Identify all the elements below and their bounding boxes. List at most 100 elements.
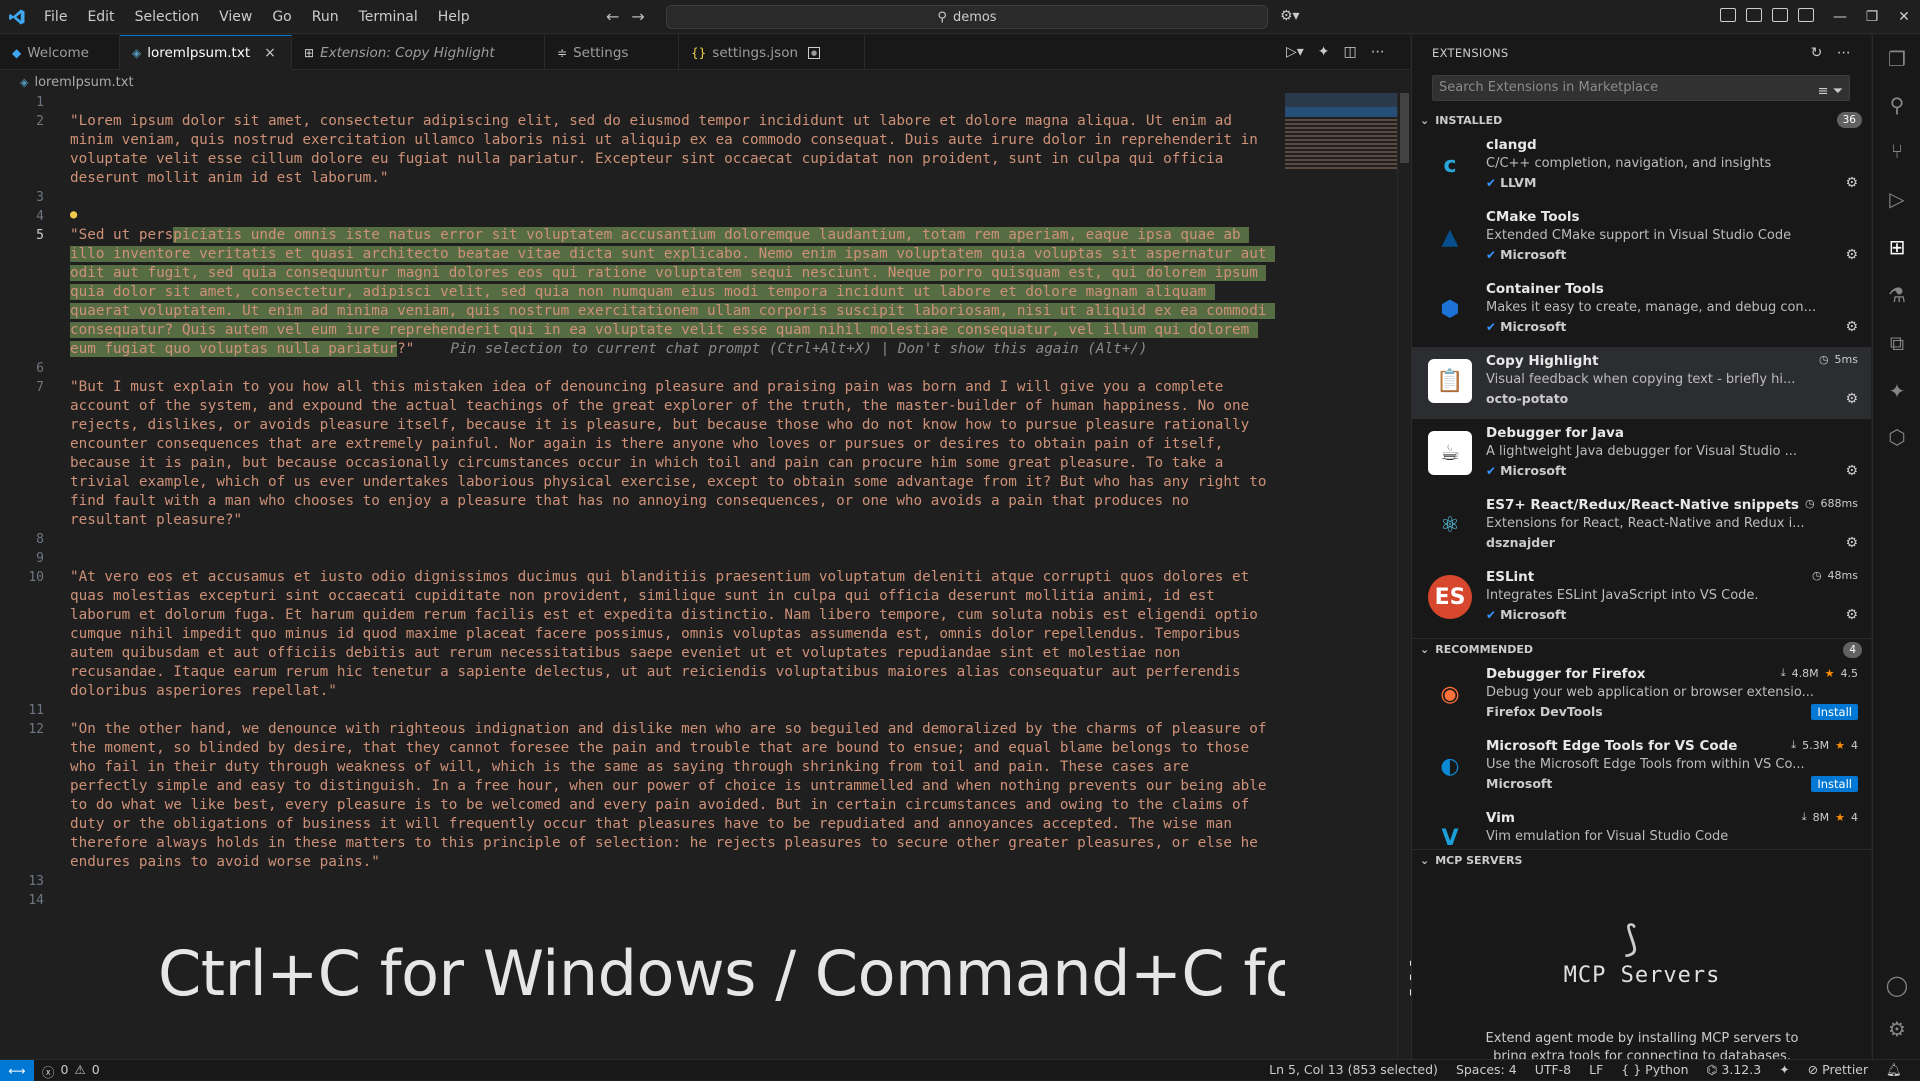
manage-gear-icon[interactable]: ⚙ <box>1845 391 1858 407</box>
close-window-icon[interactable]: ✕ <box>1888 0 1920 34</box>
explorer-icon[interactable]: ❐ <box>1885 47 1909 71</box>
manage-gear-icon[interactable]: ⚙ <box>1845 535 1858 551</box>
remote-indicator-icon[interactable]: ⟷ <box>0 1060 34 1081</box>
indentation[interactable]: Spaces: 4 <box>1456 1062 1517 1078</box>
forward-arrow-icon[interactable]: → <box>631 7 644 26</box>
minimize-icon[interactable]: — <box>1824 0 1856 34</box>
menu-terminal[interactable]: Terminal <box>349 0 428 34</box>
inline-hint[interactable]: Pin selection to current chat prompt (Ct… <box>450 341 1147 357</box>
containers-icon[interactable]: ⬡ <box>1885 425 1909 449</box>
tab-extension-copy-highlight[interactable]: ⊞ Extension: Copy Highlight <box>292 35 545 70</box>
menu-edit[interactable]: Edit <box>77 0 124 34</box>
prettier-status[interactable]: ⊘ Prettier <box>1808 1062 1868 1078</box>
menu-view[interactable]: View <box>209 0 262 34</box>
filter-icon[interactable]: ≡ ⏷ <box>1818 80 1843 104</box>
extension-item[interactable]: 📋 Copy Highlight Visual feedback when copy… <box>1412 347 1871 419</box>
publisher-name: Microsoft <box>1500 247 1567 262</box>
refresh-icon[interactable]: ↻ <box>1811 45 1823 61</box>
restore-icon[interactable]: ❐ <box>1856 0 1888 34</box>
cursor-position[interactable]: Ln 5, Col 13 (853 selected) <box>1269 1062 1438 1078</box>
extensions-sidebar: EXTENSIONS ↻ ⋯ Search Extensions in Mark… <box>1411 35 1871 1060</box>
extension-item[interactable]: c clangd C/C++ completion, navigation, and… <box>1412 131 1871 203</box>
editor-scrollbar[interactable] <box>1397 93 1410 1059</box>
extension-publisher: ✔ Microsoft <box>1486 319 1566 334</box>
search-icon[interactable]: ⚲ <box>1885 93 1909 117</box>
copilot-chat-icon[interactable]: ✦ <box>1885 379 1909 403</box>
command-center[interactable]: ⚲ demos <box>666 5 1268 29</box>
menu-file[interactable]: File <box>34 0 77 34</box>
split-editor-icon[interactable]: ◫ <box>1344 44 1357 60</box>
extension-item[interactable]: V Vim Vim emulation for Visual Studio Code… <box>1412 804 1871 876</box>
tab-welcome[interactable]: ◆ Welcome <box>0 35 120 70</box>
menu-help[interactable]: Help <box>428 0 480 34</box>
section-recommended[interactable]: ⌄ RECOMMENDED 4 <box>1412 638 1871 660</box>
menu-go[interactable]: Go <box>262 0 301 34</box>
clipboard-icon: 📋 <box>1428 359 1472 403</box>
back-arrow-icon[interactable]: ← <box>606 7 619 26</box>
problems-indicator[interactable]: ⓧ 0 ⚠ 0 <box>42 1062 100 1081</box>
testing-icon[interactable]: ⚗ <box>1885 283 1909 307</box>
extension-description: Debug your web application or browser ex… <box>1486 685 1814 700</box>
react-icon: ⚛ <box>1440 512 1460 538</box>
toggle-secondary-sidebar-icon[interactable] <box>1798 8 1814 22</box>
toggle-panel-icon[interactable] <box>1772 8 1788 22</box>
line-number: 1 <box>36 95 44 110</box>
breadcrumb-file[interactable]: loremIpsum.txt <box>34 75 133 90</box>
extensions-icon[interactable]: ⊞ <box>1885 235 1909 259</box>
python-interpreter[interactable]: ⌬ 3.12.3 <box>1707 1062 1762 1078</box>
lightbulb-icon[interactable]: ● <box>70 207 77 221</box>
verified-badge-icon: ✔ <box>1486 319 1497 334</box>
encoding[interactable]: UTF-8 <box>1535 1062 1571 1078</box>
extension-item[interactable]: ⚛ ES7+ React/Redux/React-Native snippets E… <box>1412 491 1871 563</box>
install-button[interactable]: Install <box>1811 704 1858 720</box>
remote-explorer-icon[interactable]: ⧉ <box>1885 331 1909 355</box>
extension-item[interactable]: ▲ CMake Tools Extended CMake support in Vi… <box>1412 203 1871 275</box>
run-debug-icon[interactable]: ▷ <box>1885 187 1909 211</box>
container-icon: ⬢ <box>1440 296 1460 322</box>
menu-selection[interactable]: Selection <box>125 0 210 34</box>
more-actions-icon[interactable]: ⋯ <box>1837 45 1851 61</box>
sidebar-header: EXTENSIONS ↻ ⋯ <box>1412 35 1871 70</box>
extensions-search-input[interactable]: Search Extensions in Marketplace ≡ ⏷ <box>1432 75 1850 101</box>
extension-item[interactable]: ◉ Debugger for Firefox Debug your web appl… <box>1412 660 1871 732</box>
account-icon[interactable]: ◯ <box>1885 973 1909 997</box>
copilot-icon[interactable]: ⚙▾ <box>1280 8 1300 24</box>
customize-layout-icon[interactable] <box>1720 8 1736 22</box>
extension-publisher: ✔ Microsoft <box>1486 247 1566 262</box>
source-control-icon[interactable]: ⑂ <box>1885 139 1909 163</box>
overlay-caption: Ctrl+C for Windows / Command+C for Mac <box>158 937 1471 1010</box>
install-button[interactable]: Install <box>1811 776 1858 792</box>
java-icon: ☕ <box>1428 431 1472 475</box>
menu-run[interactable]: Run <box>302 0 349 34</box>
scrollbar-thumb[interactable] <box>1400 93 1409 163</box>
run-icon[interactable]: ▷▾ <box>1286 44 1304 60</box>
manage-gear-icon[interactable]: ⚙ <box>1845 247 1858 263</box>
manage-gear-icon[interactable]: ⚙ <box>1845 319 1858 335</box>
tab-settings[interactable]: ≑ Settings <box>545 35 679 70</box>
tab-settings-json[interactable]: {} settings.json ● <box>679 35 865 70</box>
unsaved-dot-icon[interactable]: ● <box>808 46 821 59</box>
extension-item[interactable]: ◐ Microsoft Edge Tools for VS Code Use the… <box>1412 732 1871 804</box>
minimap[interactable] <box>1285 93 1397 1059</box>
extension-item[interactable]: ES ESLint Integrates ESLint JavaScript int… <box>1412 563 1871 635</box>
section-installed[interactable]: ⌄ INSTALLED 36 <box>1412 109 1871 131</box>
verified-badge-icon: ✔ <box>1486 247 1497 262</box>
copilot-sparkle-icon[interactable]: ✦ <box>1318 44 1330 60</box>
copilot-status-icon[interactable]: ✦ <box>1779 1062 1789 1078</box>
extension-item[interactable]: ⬢ Container Tools Makes it easy to create,… <box>1412 275 1871 347</box>
more-actions-icon[interactable]: ⋯ <box>1371 44 1385 60</box>
publisher-name: Microsoft <box>1500 463 1567 478</box>
tab-lorem-ipsum[interactable]: ◈ loremIpsum.txt × <box>120 35 292 70</box>
language-mode[interactable]: { } Python <box>1621 1062 1688 1078</box>
manage-gear-icon[interactable]: ⚙ <box>1845 175 1858 191</box>
download-count: 5.3M <box>1802 738 1830 752</box>
close-icon[interactable]: × <box>264 45 276 61</box>
editor[interactable]: 1 2 3 4 5 6 7 8 9 10 11 12 13 14 "Lorem … <box>0 93 1285 1059</box>
manage-gear-icon[interactable]: ⚙ <box>1885 1017 1909 1041</box>
toggle-primary-sidebar-icon[interactable] <box>1746 8 1762 22</box>
end-of-line[interactable]: LF <box>1589 1062 1603 1078</box>
notifications-bell-icon[interactable]: 🔔︎ <box>1886 1062 1902 1078</box>
manage-gear-icon[interactable]: ⚙ <box>1845 607 1858 623</box>
extension-item[interactable]: ☕ Debugger for Java A lightweight Java deb… <box>1412 419 1871 491</box>
manage-gear-icon[interactable]: ⚙ <box>1845 463 1858 479</box>
